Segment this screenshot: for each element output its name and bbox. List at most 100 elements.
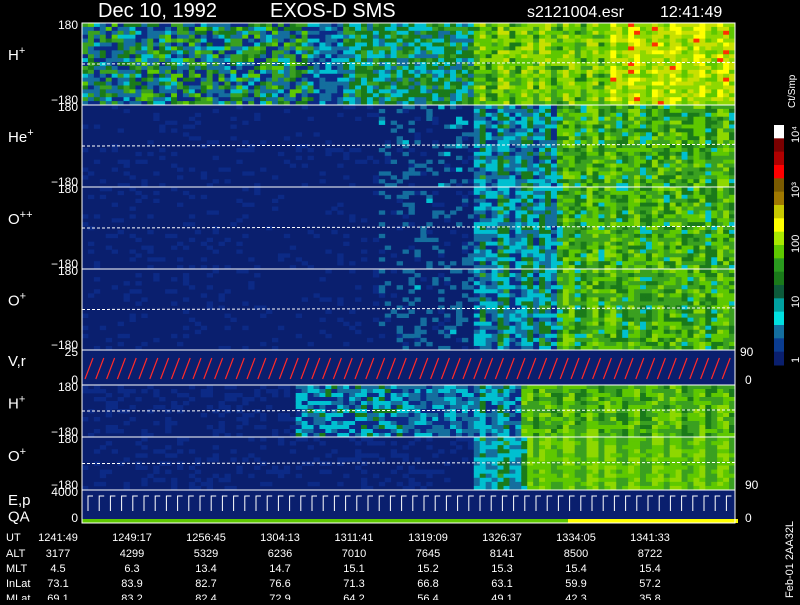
panel-6 [81, 437, 736, 491]
colorbar-tick-0: 10⁴ [790, 126, 800, 143]
table-cell: 15.1 [343, 563, 364, 575]
header-date: Dec 10, 1992 [98, 0, 217, 22]
panel-label-sup-1: + [27, 127, 33, 139]
header-time: 12:41:49 [660, 4, 722, 21]
ut-value: 1249:17 [112, 532, 152, 544]
table-cell: 59.9 [565, 578, 586, 590]
panel-label2-7: QA [8, 508, 30, 525]
header-instrument: EXOS-D SMS [270, 0, 396, 22]
row-label-mlt: MLT [6, 563, 27, 575]
panel-top-tick-3: 180 [58, 264, 78, 278]
table-cell: 83.2 [121, 593, 142, 600]
panel-label-2: O++ [8, 209, 33, 228]
panel-5 [81, 385, 736, 438]
table-cell: 15.3 [491, 563, 512, 575]
panel-2 [81, 187, 736, 270]
panel-label-1: He+ [8, 127, 34, 146]
table-cell: 64.2 [343, 593, 364, 600]
colorbar-tick-3: 10 [790, 296, 800, 308]
row-label-mlat: MLat [6, 593, 30, 600]
colorbar-swatch [774, 271, 784, 286]
panel-label-sup-3: + [20, 290, 26, 302]
table-cell: 3177 [46, 548, 70, 560]
panel-label-sup-5: + [19, 393, 25, 405]
table-cell: 15.4 [565, 563, 586, 575]
table-cell: 8141 [490, 548, 514, 560]
panel-7 [82, 490, 738, 523]
colorbar-tick-1: 10³ [790, 182, 800, 198]
panel-label-4: V,r [8, 353, 26, 370]
ut-value: 1311:41 [335, 532, 374, 544]
panel-right-bottom-tick-7: 0 [745, 511, 752, 525]
header-file: s2121004.esr [527, 4, 625, 21]
panel-label-sup-0: + [19, 45, 25, 57]
colorbar-swatch [774, 311, 784, 326]
table-cell: 14.7 [269, 563, 290, 575]
colorbar-swatch [774, 258, 784, 273]
panel-1 [81, 105, 736, 188]
colorbar-swatch [774, 218, 784, 233]
row-label-ut: UT [6, 532, 21, 544]
panel-right-top-tick-4: 90 [740, 345, 754, 359]
panel-label-sup-6: + [20, 446, 26, 458]
table-cell: 6.3 [124, 563, 139, 575]
row-label-inlat: InLat [6, 578, 30, 590]
table-cell: 63.1 [491, 578, 512, 590]
panel-label-0: H+ [8, 45, 25, 64]
row-label-alt: ALT [6, 548, 26, 560]
table-cell: 66.8 [417, 578, 438, 590]
table-cell: 4299 [120, 548, 144, 560]
panel-label-sup-2: ++ [20, 209, 33, 221]
panel-top-tick-2: 180 [58, 182, 78, 196]
table-cell: 82.7 [195, 578, 216, 590]
table-cell: 49.1 [491, 593, 512, 600]
table-cell: 7010 [342, 548, 366, 560]
ut-value: 1341:33 [630, 532, 670, 544]
table-cell: 57.2 [639, 578, 660, 590]
table-cell: 42.3 [565, 593, 586, 600]
ut-value: 1326:37 [482, 532, 522, 544]
colorbar-tick-4: 1 [790, 357, 800, 363]
colorbar-swatch [774, 298, 784, 313]
colorbar-swatch [774, 191, 784, 206]
colorbar-unit: Ct/Smp [787, 74, 798, 108]
table-cell: 8500 [564, 548, 588, 560]
colorbar-swatch [774, 165, 784, 179]
table-cell: 13.4 [195, 563, 216, 575]
panel-top-tick-0: 180 [58, 18, 78, 32]
table-cell: 8722 [638, 548, 662, 560]
ut-value: 1241:49 [38, 532, 78, 544]
table-cell: 15.4 [639, 563, 660, 575]
panel-label-7: E,p [8, 492, 31, 509]
colorbar-swatch [774, 205, 784, 219]
table-cell: 83.9 [121, 578, 142, 590]
side-label: Feb-01 2AA32L [784, 521, 796, 598]
colorbar-swatch [774, 351, 784, 366]
panel-right-bottom-tick-4: 0 [745, 373, 752, 387]
colorbar-swatch [774, 245, 784, 259]
panel-right-bottom-tick-6: 90 [745, 478, 759, 492]
table-cell: 5329 [194, 548, 218, 560]
panel-label-3: O+ [8, 290, 26, 309]
table-cell: 76.6 [269, 578, 290, 590]
colorbar-swatch [774, 151, 784, 166]
panel-label-6: O+ [8, 446, 26, 465]
table-cell: 69.1 [47, 593, 68, 600]
colorbar-swatch [774, 178, 784, 193]
panel-top-tick-4: 25 [65, 345, 79, 359]
colorbar-swatch [774, 285, 784, 299]
table-cell: 15.2 [417, 563, 438, 575]
panel-top-tick-5: 180 [58, 380, 78, 394]
table-cell: 72.9 [269, 593, 290, 600]
panel-bottom-tick-7: 0 [71, 511, 78, 525]
sms-spectrogram-display: H+ 180 −180 He+ 180 −180 O++ 180 −180 O+ 180 −180 V,… [0, 0, 800, 605]
colorbar-swatch [774, 325, 784, 339]
panel-top-tick-1: 180 [58, 100, 78, 114]
panel-top-tick-6: 180 [58, 432, 78, 446]
colorbar-tick-2: 100 [790, 235, 800, 253]
table-cell: 82.4 [195, 593, 216, 600]
panel-0 [81, 23, 736, 106]
ut-value: 1256:45 [186, 532, 226, 544]
table-cell: 4.5 [50, 563, 65, 575]
panel-top-tick-7: 4000 [51, 485, 78, 499]
